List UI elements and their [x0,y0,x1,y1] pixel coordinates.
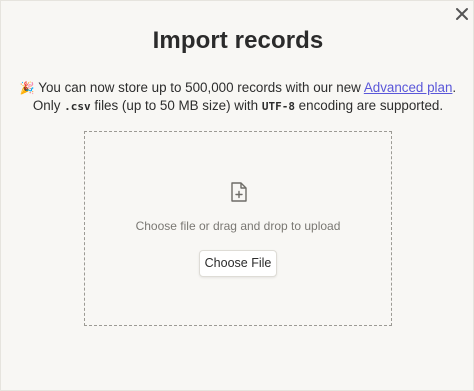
info-line-2: Only .csv files (up to 50 MB size) with … [1,98,474,113]
info-text-end: encoding are supported. [294,98,444,113]
choose-file-button[interactable]: Choose File [199,250,277,277]
info-text: You can now store up to 500,000 records … [34,80,364,95]
dialog-title: Import records [152,27,324,54]
close-icon [456,8,468,20]
info-text-prefix: Only [32,98,65,113]
info-text-middle: files (up to 50 MB size) with [90,98,262,113]
party-popper-icon: 🎉 [19,81,35,95]
info-line-1: 🎉 You can now store up to 500,000 record… [1,80,474,95]
close-button[interactable] [452,4,472,24]
file-extension: .csv [64,100,91,113]
import-records-dialog: Import records 🎉 You can now store up to… [0,0,474,391]
dropzone-instruction: Choose file or drag and drop to upload [135,219,341,233]
info-period: . [452,80,457,95]
file-add-icon [231,182,247,202]
encoding-label: UTF-8 [261,100,295,113]
file-dropzone[interactable]: Choose file or drag and drop to upload C… [84,131,392,326]
advanced-plan-link[interactable]: Advanced plan [364,80,453,95]
